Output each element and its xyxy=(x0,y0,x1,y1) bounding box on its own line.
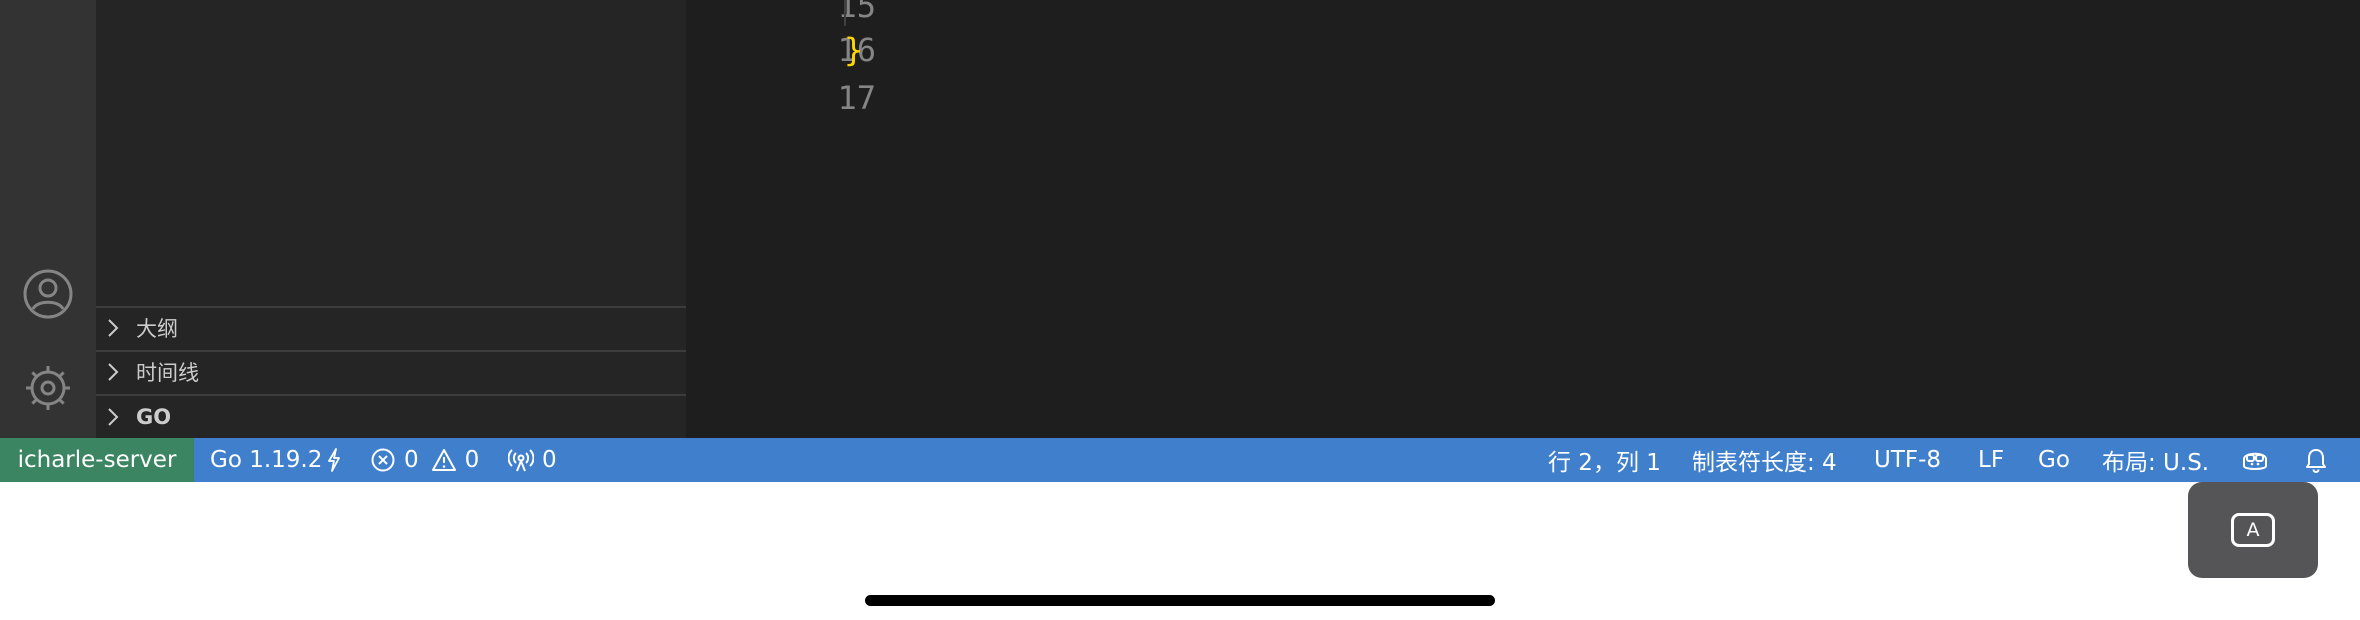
ime-key-label: A xyxy=(2246,519,2260,541)
problems-button[interactable]: 0 0 xyxy=(370,438,479,482)
ports-button[interactable]: 0 xyxy=(508,438,557,482)
lightning-icon xyxy=(326,448,342,472)
broadcast-icon xyxy=(508,447,534,473)
keyboard-key-icon: A xyxy=(2231,513,2275,547)
warning-count: 0 xyxy=(464,447,480,473)
section-label: 大纲 xyxy=(136,317,178,341)
section-label: GO xyxy=(136,405,172,429)
chevron-right-icon xyxy=(106,406,120,428)
sidebar-section-outline[interactable]: 大纲 xyxy=(96,306,686,348)
language-mode-button[interactable]: Go xyxy=(2038,438,2070,482)
keyboard-layout-button[interactable]: 布局: U.S. xyxy=(2102,438,2209,482)
input-method-button[interactable]: A xyxy=(2188,482,2318,578)
remote-indicator[interactable]: icharle-server xyxy=(0,438,194,482)
eol-label: LF xyxy=(1978,447,2005,473)
eol-button[interactable]: LF xyxy=(1978,438,2004,482)
sidebar: 大纲 时间线 GO xyxy=(96,0,686,438)
error-icon xyxy=(370,447,396,473)
chevron-right-icon xyxy=(106,361,120,383)
chevron-right-icon xyxy=(106,317,120,339)
encoding-button[interactable]: UTF-8 xyxy=(1874,438,1941,482)
language-label: Go xyxy=(2038,447,2070,473)
settings-gear-icon[interactable] xyxy=(20,360,76,416)
ports-count: 0 xyxy=(542,447,557,473)
code-line[interactable]: } xyxy=(844,26,863,74)
cursor-position-label: 行 2，列 1 xyxy=(1548,450,1661,476)
section-label: 时间线 xyxy=(136,361,199,385)
copilot-button[interactable] xyxy=(2240,438,2270,482)
error-count: 0 xyxy=(404,447,419,473)
go-version-button[interactable]: Go 1.19.2 xyxy=(210,438,342,482)
sidebar-section-go[interactable]: GO xyxy=(96,394,686,438)
remote-label: icharle-server xyxy=(17,447,177,473)
tab-size-button[interactable]: 制表符长度: 4 xyxy=(1692,438,1837,482)
warning-icon xyxy=(431,447,457,473)
copilot-icon xyxy=(2240,447,2270,473)
keyboard-layout-label: 布局: U.S. xyxy=(2102,450,2210,476)
activity-bar xyxy=(0,0,96,438)
status-bar: icharle-server Go 1.19.2 0 0 0 行 2，列 1 制… xyxy=(0,438,2360,482)
notifications-button[interactable] xyxy=(2304,438,2328,482)
cursor-position[interactable]: 行 2，列 1 xyxy=(1548,438,1661,482)
home-indicator[interactable] xyxy=(865,595,1495,606)
source-control-icon[interactable] xyxy=(20,0,76,8)
encoding-label: UTF-8 xyxy=(1874,447,1942,473)
code-editor[interactable]: 15 16 } 17 xyxy=(686,0,2360,438)
tab-size-label: 制表符长度: 4 xyxy=(1692,450,1837,476)
line-number: 17 xyxy=(837,79,876,117)
indent-guide xyxy=(844,0,846,26)
bell-icon xyxy=(2304,447,2328,473)
go-version-label: Go 1.19.2 xyxy=(210,447,323,473)
accounts-icon[interactable] xyxy=(20,266,76,322)
sidebar-section-timeline[interactable]: 时间线 xyxy=(96,350,686,392)
